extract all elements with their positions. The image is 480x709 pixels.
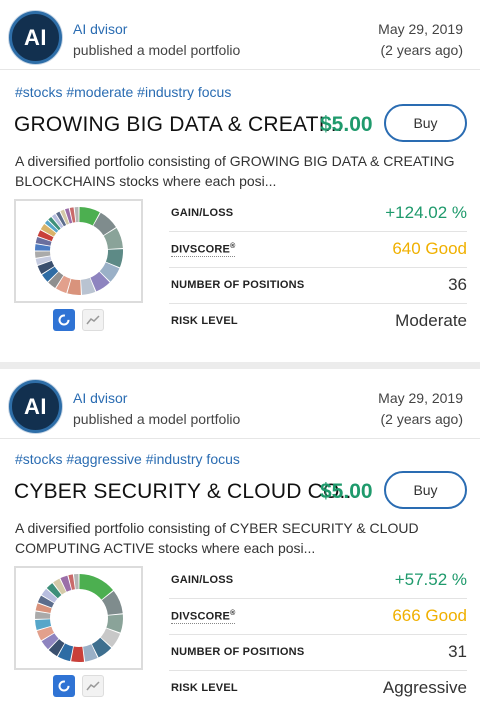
stat-gain-row: GAIN/LOSS +57.52 % — [169, 563, 467, 599]
stat-risk-row: RISK LEVEL Moderate — [169, 304, 467, 340]
buy-button[interactable]: Buy — [384, 471, 467, 509]
avatar[interactable]: AI — [9, 380, 62, 433]
stat-positions-row: NUMBER OF POSITIONS 36 — [169, 268, 467, 304]
publish-date: May 29, 2019 — [378, 21, 463, 37]
positions-value: 31 — [448, 642, 467, 661]
donut-view-button[interactable] — [53, 309, 75, 331]
divscore-value: 640 Good — [392, 239, 467, 258]
gain-value: +124.02 % — [385, 203, 467, 222]
portfolio-card: AI AI dvisor published a model portfolio… — [0, 369, 480, 709]
positions-label: NUMBER OF POSITIONS — [171, 279, 305, 291]
line-chart-button[interactable] — [82, 675, 104, 697]
donut-view-button[interactable] — [53, 675, 75, 697]
donut-slice[interactable] — [34, 611, 50, 619]
author-name-link[interactable]: AI dvisor — [73, 390, 127, 406]
relative-time: (2 years ago) — [380, 411, 463, 427]
portfolio-price: $5.00 — [320, 113, 373, 136]
registered-mark: ® — [230, 610, 236, 617]
gain-value: +57.52 % — [394, 570, 467, 589]
portfolio-card: AI AI dvisor published a model portfolio… — [0, 0, 480, 362]
card-header: AI AI dvisor published a model portfolio… — [0, 369, 480, 439]
donut-slice[interactable] — [70, 646, 84, 662]
trend-line-icon — [86, 315, 100, 325]
tag-list[interactable]: #stocks #moderate #industry focus — [15, 84, 231, 100]
divscore-label-text: DIVSCORE — [171, 610, 231, 623]
donut-slice[interactable] — [74, 207, 79, 223]
allocation-donut-box[interactable] — [14, 566, 143, 670]
tag-list[interactable]: #stocks #aggressive #industry focus — [15, 451, 240, 467]
card-header: AI AI dvisor published a model portfolio… — [0, 0, 480, 70]
stat-gain-row: GAIN/LOSS +124.02 % — [169, 196, 467, 232]
divscore-value: 666 Good — [392, 606, 467, 625]
stat-divscore-row: DIVSCORE® 666 Good — [169, 599, 467, 635]
buy-button[interactable]: Buy — [384, 104, 467, 142]
portfolio-description: A diversified portfolio consisting of CY… — [15, 520, 419, 556]
avatar[interactable]: AI — [9, 11, 62, 64]
positions-label: NUMBER OF POSITIONS — [171, 646, 305, 658]
stat-positions-row: NUMBER OF POSITIONS 31 — [169, 635, 467, 671]
risk-value: Moderate — [395, 311, 467, 330]
author-name-link[interactable]: AI dvisor — [73, 21, 127, 37]
stats-table: GAIN/LOSS +57.52 % DIVSCORE® 666 Good NU… — [169, 563, 467, 707]
refresh-icon — [58, 680, 70, 692]
donut-slice[interactable] — [73, 574, 79, 590]
divscore-label[interactable]: DIVSCORE® — [171, 243, 236, 257]
registered-mark: ® — [230, 243, 236, 250]
trend-line-icon — [86, 681, 100, 691]
allocation-donut-box[interactable] — [14, 199, 143, 303]
stat-risk-row: RISK LEVEL Aggressive — [169, 671, 467, 707]
avatar-initials: AI — [24, 24, 47, 50]
action-text: published a model portfolio — [73, 411, 241, 427]
portfolio-title[interactable]: GROWING BIG DATA & CREATI... — [14, 113, 343, 137]
allocation-donut-chart — [34, 207, 123, 295]
line-chart-button[interactable] — [82, 309, 104, 331]
portfolio-price: $5.00 — [320, 480, 373, 503]
gain-label: GAIN/LOSS — [171, 574, 234, 586]
risk-label: RISK LEVEL — [171, 315, 238, 327]
risk-label: RISK LEVEL — [171, 682, 238, 694]
publish-date: May 29, 2019 — [378, 390, 463, 406]
divscore-label[interactable]: DIVSCORE® — [171, 610, 236, 624]
portfolio-description: A diversified portfolio consisting of GR… — [15, 153, 455, 189]
stat-divscore-row: DIVSCORE® 640 Good — [169, 232, 467, 268]
risk-value: Aggressive — [382, 678, 467, 697]
refresh-icon — [58, 314, 70, 326]
avatar-initials: AI — [24, 393, 47, 419]
portfolio-title[interactable]: CYBER SECURITY & CLOUD CO... — [14, 480, 358, 504]
positions-value: 36 — [448, 275, 467, 294]
relative-time: (2 years ago) — [380, 42, 463, 58]
divscore-label-text: DIVSCORE — [171, 243, 231, 256]
allocation-donut-chart — [34, 574, 123, 662]
action-text: published a model portfolio — [73, 42, 241, 58]
gain-label: GAIN/LOSS — [171, 207, 234, 219]
stats-table: GAIN/LOSS +124.02 % DIVSCORE® 640 Good N… — [169, 196, 467, 340]
